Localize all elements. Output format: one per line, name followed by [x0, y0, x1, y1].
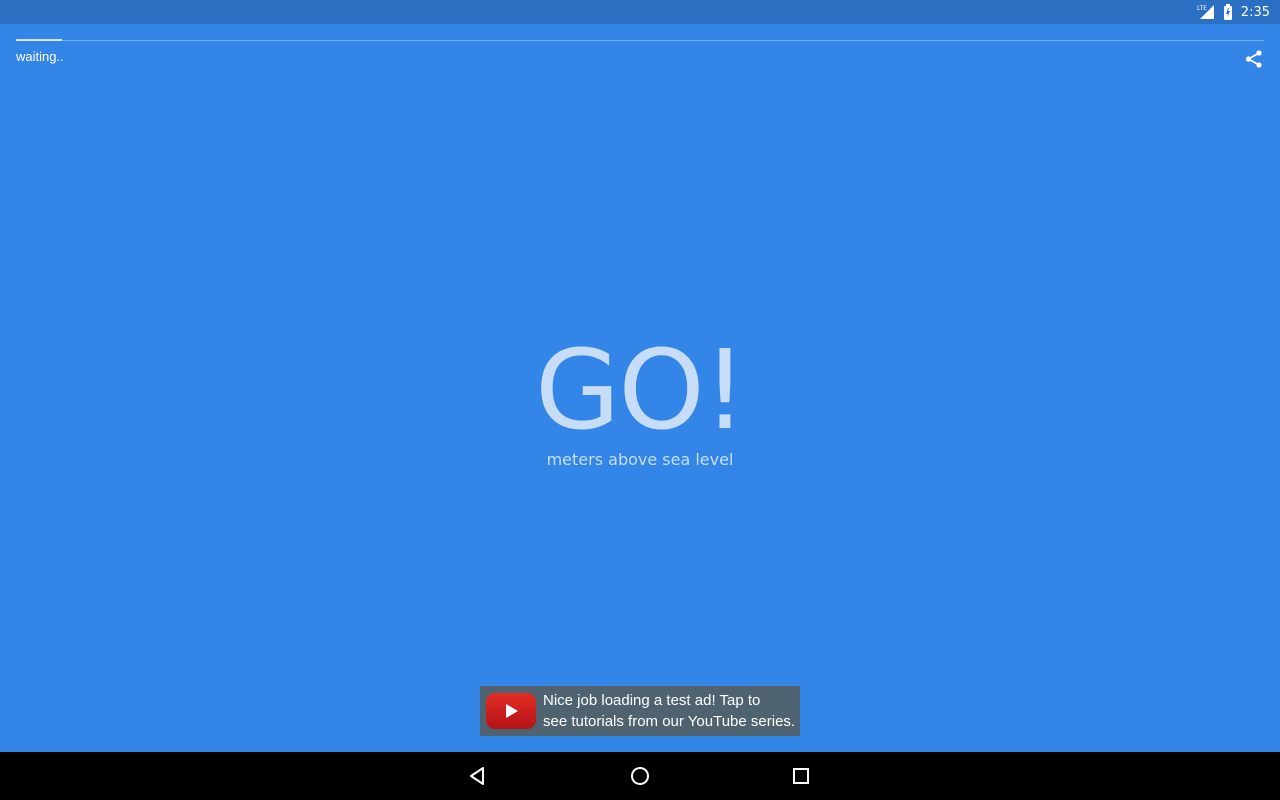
recents-icon [793, 768, 809, 784]
ad-text-line-2: see tutorials from our YouTube series. [543, 713, 796, 730]
navigation-bar [0, 752, 1280, 800]
battery-icon [1223, 4, 1233, 20]
back-icon [470, 767, 484, 785]
back-button[interactable] [448, 752, 508, 800]
status-bar: LTE 2:35 [0, 0, 1280, 24]
altitude-unit-label: meters above sea level [546, 450, 734, 469]
share-icon [1245, 50, 1262, 68]
progress-fill [16, 39, 63, 41]
ad-text: Nice job loading a test ad! Tap to see t… [543, 690, 795, 732]
home-button[interactable] [610, 752, 670, 800]
share-button[interactable] [1242, 47, 1266, 71]
altitude-value: GO! [535, 326, 747, 454]
signal-icon: LTE [1197, 4, 1215, 20]
home-icon [631, 767, 649, 785]
network-type-label: LTE [1197, 5, 1207, 12]
youtube-logo-icon [486, 693, 536, 729]
status-time: 2:35 [1240, 4, 1270, 20]
ad-banner[interactable]: Nice job loading a test ad! Tap to see t… [480, 686, 800, 736]
recents-button[interactable] [771, 752, 831, 800]
ad-text-line-1: Nice job loading a test ad! Tap to [543, 692, 761, 709]
altitude-readout: GO! meters above sea level [0, 330, 1280, 469]
status-text: waiting.. [16, 49, 64, 64]
progress-bar [16, 39, 1264, 41]
